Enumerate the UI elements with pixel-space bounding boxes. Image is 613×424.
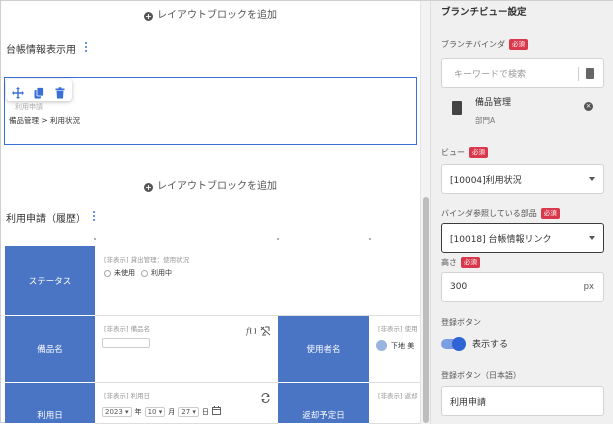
register-button-toggle-row[interactable]: 表示する <box>441 336 509 351</box>
unlink-icon[interactable] <box>260 321 271 340</box>
height-value: 300 <box>450 282 468 292</box>
copy-icon[interactable] <box>33 84 45 99</box>
breadcrumb: 備品管理 > 利用状況 <box>9 116 81 125</box>
register-button-toggle[interactable] <box>441 336 466 351</box>
table-header-user-name: 使用者名 <box>278 316 369 383</box>
toggle-knob <box>452 336 466 351</box>
search-placeholder: キーワードで検索 <box>454 69 527 80</box>
required-badge: 必須 <box>509 39 528 50</box>
register-button-label-row: 登録ボタン <box>441 317 481 328</box>
block-toolbar <box>6 79 72 101</box>
year-select[interactable]: 2023 ▾ <box>102 406 132 417</box>
calendar-icon[interactable] <box>211 406 221 417</box>
function-icon[interactable]: f <box>245 321 257 340</box>
binder-selected-item: 備品管理 部門A × <box>441 93 604 129</box>
parts-select[interactable]: [10018] 台帳情報リンク <box>441 223 604 253</box>
month-unit: 月 <box>168 407 176 416</box>
toggle-label: 表示する <box>472 340 509 350</box>
register-button-ja-label: 登録ボタン（日本語） <box>441 371 521 380</box>
binder-label: ブランチバインダ <box>441 40 505 49</box>
view-label: ビュー <box>441 148 465 157</box>
add-layout-block-middle[interactable]: + レイアウトブロックを追加 <box>1 177 420 192</box>
user-chip[interactable]: 下地 美 <box>376 340 414 351</box>
required-badge: 必須 <box>469 147 488 158</box>
register-button-label: 登録ボタン <box>441 318 481 327</box>
date-picker[interactable]: 2023 ▾ 年 10 ▾ 月 27 ▾ 日 <box>102 406 221 417</box>
add-layout-block-top[interactable]: + レイアウトブロックを追加 <box>1 6 420 21</box>
close-circle-icon[interactable]: × <box>584 102 593 111</box>
user-chip-name: 下地 美 <box>391 341 415 350</box>
block-title-history: 利用申請（履歴） <box>6 214 86 225</box>
view-select-value: [10004]利用状況 <box>450 175 522 186</box>
plus-circle-icon: + <box>144 12 153 21</box>
required-badge: 必須 <box>461 257 480 268</box>
scrollbar-thumb[interactable] <box>423 197 429 423</box>
layout-editor: + レイアウトブロックを追加 台帳情報表示用 利用申請 備品管理 > 利用状況 +… <box>1 1 420 424</box>
panel-title: ブランチビュー設定 <box>441 7 527 18</box>
plus-circle-icon: + <box>144 183 153 192</box>
binder-label-row: ブランチバインダ 必須 <box>441 39 528 50</box>
user-avatar-icon <box>376 340 387 351</box>
hidden-field-label: [非表示] 備品名 <box>104 325 151 333</box>
add-block-label: レイアウトブロックを追加 <box>157 181 277 192</box>
table-header-status: ステータス <box>5 246 95 316</box>
add-block-label: レイアウトブロックを追加 <box>157 10 277 21</box>
chevron-down-icon <box>589 236 595 240</box>
parts-select-value: [10018] 台帳情報リンク <box>450 234 552 245</box>
move-icon[interactable] <box>12 84 24 99</box>
trash-icon[interactable] <box>54 84 66 99</box>
book-icon[interactable] <box>586 68 594 79</box>
required-badge: 必須 <box>540 208 560 219</box>
binder-item-subtitle: 部門A <box>475 116 496 125</box>
status-radio-in-use[interactable]: 利用中 <box>141 268 172 278</box>
hidden-field-label: [非表示] 利用日 <box>104 392 151 400</box>
radio-icon <box>104 269 111 277</box>
register-button-ja-value: 利用申請 <box>450 397 487 408</box>
status-radio-unused[interactable]: 未使用 <box>104 268 135 278</box>
day-select[interactable]: 27 ▾ <box>178 406 199 417</box>
height-label-row: 高さ 必須 <box>441 257 480 268</box>
parts-label-row: バインダ参照している部品 必須 <box>441 208 560 219</box>
hidden-field-label: [非表示] 返却 <box>378 392 418 400</box>
view-label-row: ビュー 必須 <box>441 147 488 158</box>
hidden-field-label: [非表示] 使用 <box>378 325 418 333</box>
refresh-icon[interactable] <box>260 388 271 407</box>
binder-icon <box>452 101 462 115</box>
register-button-ja-input[interactable]: 利用申請 <box>441 386 604 416</box>
register-button-ja-label-row: 登録ボタン（日本語） <box>441 370 521 381</box>
parts-label: バインダ参照している部品 <box>441 209 537 218</box>
kebab-menu-icon[interactable] <box>84 42 88 54</box>
radio-icon <box>141 269 148 277</box>
table-header-item-name: 備品名 <box>5 316 95 383</box>
table-header-return-date: 返却予定日 <box>278 383 369 424</box>
height-input[interactable]: 300 px <box>441 272 604 302</box>
view-select[interactable]: [10004]利用状況 <box>441 164 604 194</box>
radio-label: 未使用 <box>114 269 135 277</box>
binder-search-input[interactable]: キーワードで検索 <box>441 58 604 88</box>
chevron-down-icon <box>589 177 595 181</box>
separator <box>578 67 579 81</box>
binder-item-title: 備品管理 <box>475 98 512 108</box>
height-label: 高さ <box>441 258 457 267</box>
month-select[interactable]: 10 ▾ <box>144 406 166 417</box>
radio-label: 利用中 <box>151 269 172 277</box>
height-unit: px <box>583 282 594 292</box>
editor-scrollbar[interactable] <box>420 1 430 424</box>
kebab-menu-icon[interactable] <box>92 211 96 223</box>
table-header-use-date: 利用日 <box>5 383 95 424</box>
app-canvas: + レイアウトブロックを追加 台帳情報表示用 利用申請 備品管理 > 利用状況 +… <box>0 0 613 424</box>
block-faint-label: 利用申請 <box>15 103 43 111</box>
settings-panel: ブランチビュー設定 ブランチバインダ 必須 キーワードで検索 備品管理 部門A … <box>430 1 613 424</box>
year-unit: 年 <box>134 407 142 416</box>
item-name-input[interactable] <box>102 338 150 348</box>
day-unit: 日 <box>201 407 209 416</box>
block-title-ledger: 台帳情報表示用 <box>6 45 76 56</box>
hidden-field-label: [非表示] 貸出管理：使用状況 <box>104 256 190 264</box>
